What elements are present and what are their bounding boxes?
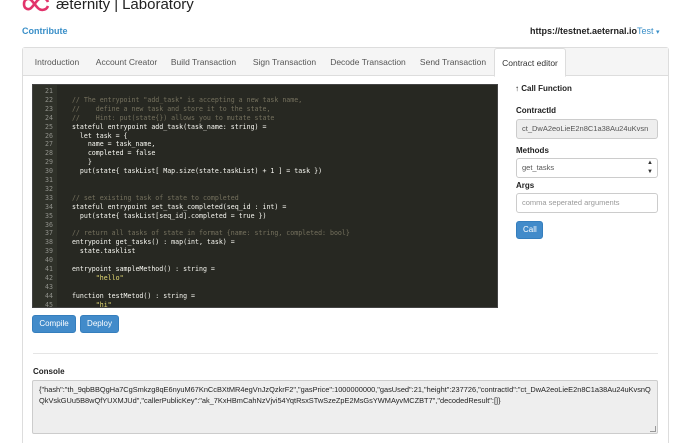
code-text: stateful entrypoint set_task_completed(s…: [64, 202, 287, 211]
section-divider: [33, 353, 658, 354]
chevron-down-icon: ▾: [656, 29, 660, 36]
line-number: 21: [45, 87, 53, 95]
line-number: 25: [45, 122, 53, 131]
tab-send-transaction[interactable]: Send Transaction: [412, 48, 494, 76]
code-text: // Hint: put(state{}) allows you to muta…: [64, 113, 275, 122]
code-text: // set existing task of state to complet…: [64, 193, 239, 202]
tab-introduction[interactable]: Introduction: [23, 48, 91, 76]
code-text: put(state{ taskList[seq_id].completed = …: [64, 211, 267, 220]
args-label: Args: [516, 181, 535, 190]
line-number: 45: [45, 300, 53, 308]
main-panel: Introduction Account Creator Build Trans…: [22, 47, 669, 443]
call-button[interactable]: Call: [516, 221, 543, 239]
tab-contract-editor[interactable]: Contract editor: [494, 48, 566, 77]
methods-selected-value: get_tasks: [522, 163, 555, 172]
call-function-heading: ↑ Call Function: [515, 84, 572, 93]
line-number: 27: [45, 140, 53, 149]
code-text: "hello": [64, 273, 124, 282]
line-number: 23: [45, 104, 53, 113]
brand-section: Laboratory: [122, 0, 194, 13]
code-text: stateful entrypoint add_task(task_name: …: [64, 122, 267, 131]
line-number: 22: [45, 95, 53, 104]
contract-id-field[interactable]: ct_DwA2eoLieE2n8C1a38Au24uKvsn: [516, 119, 658, 139]
line-number: 37: [45, 229, 53, 238]
code-text: put(state{ taskList[ Map.size(state.task…: [64, 167, 323, 176]
code-text: function testMetod() : string =: [64, 291, 196, 300]
console-output[interactable]: {"hash":"th_9qbBBQgHa7CgSmkzg8qE6nyuM67K…: [32, 380, 658, 434]
arrow-up-icon: ↑: [515, 84, 519, 93]
code-text: name = task_name,: [64, 140, 156, 149]
line-number: 28: [45, 149, 53, 158]
network-url: https://testnet.aeternal.io: [530, 26, 638, 36]
compile-button[interactable]: Compile: [32, 315, 76, 333]
console-text: {"hash":"th_9qbBBQgHa7CgSmkzg8qE6nyuM67K…: [39, 385, 651, 405]
code-text: entrypoint sampleMethod() : string =: [64, 265, 215, 273]
line-number: 24: [45, 113, 53, 122]
code-editor[interactable]: 21 22 // The entrypoint "add_task" is acc…: [32, 84, 498, 308]
line-number: 31: [45, 176, 53, 184]
deploy-button[interactable]: Deploy: [80, 315, 119, 333]
brand-logo[interactable]: æternity | Laboratory: [22, 0, 194, 14]
line-number: 41: [45, 265, 53, 273]
methods-select[interactable]: get_tasks ▲ ▼: [516, 158, 658, 178]
line-number: 35: [45, 211, 53, 220]
line-number: 26: [45, 131, 53, 140]
brand-separator: |: [114, 0, 119, 13]
code-text: entrypoint get_tasks() : map(int, task) …: [64, 238, 235, 247]
code-text: completed = false: [64, 149, 156, 158]
code-text: // define a new task and store it to the…: [64, 104, 271, 113]
contract-id-label: ContractId: [516, 106, 556, 115]
line-number: 38: [45, 238, 53, 247]
line-number: 30: [45, 167, 53, 176]
tab-sign-transaction[interactable]: Sign Transaction: [245, 48, 324, 76]
brand-name: æternity: [56, 0, 111, 13]
resize-handle-icon[interactable]: [650, 426, 656, 432]
line-number: 36: [45, 220, 53, 229]
line-number: 32: [45, 184, 53, 193]
code-text: // The entrypoint "add_task" is acceptin…: [64, 95, 303, 104]
line-number: 44: [45, 291, 53, 300]
line-number: 43: [45, 282, 53, 291]
code-text: state.tasklist: [64, 247, 136, 256]
network-dropdown[interactable]: Test ▾: [637, 26, 660, 36]
line-number: 34: [45, 202, 53, 211]
aeternity-logo-icon: [22, 0, 52, 13]
line-number: 42: [45, 273, 53, 282]
select-arrows-icon: ▲ ▼: [647, 160, 653, 175]
code-text: // return all tasks of state in format {…: [64, 229, 350, 238]
line-number: 33: [45, 193, 53, 202]
line-number: 39: [45, 247, 53, 256]
contribute-link[interactable]: Contribute: [22, 26, 68, 36]
console-label: Console: [33, 367, 65, 376]
tab-build-transaction[interactable]: Build Transaction: [162, 48, 245, 76]
line-number: 40: [45, 256, 53, 265]
tab-decode-transaction[interactable]: Decode Transaction: [324, 48, 412, 76]
code-text: }: [64, 158, 92, 167]
args-input[interactable]: comma seperated arguments: [516, 193, 658, 213]
code-text: "hi": [64, 300, 112, 308]
tab-bar: Introduction Account Creator Build Trans…: [23, 48, 668, 77]
network-name: Test: [637, 26, 654, 36]
methods-label: Methods: [516, 146, 549, 155]
code-text: let task = {: [64, 131, 128, 140]
tab-account-creator[interactable]: Account Creator: [91, 48, 162, 76]
call-function-title: Call Function: [521, 84, 572, 93]
line-number: 29: [45, 158, 53, 167]
